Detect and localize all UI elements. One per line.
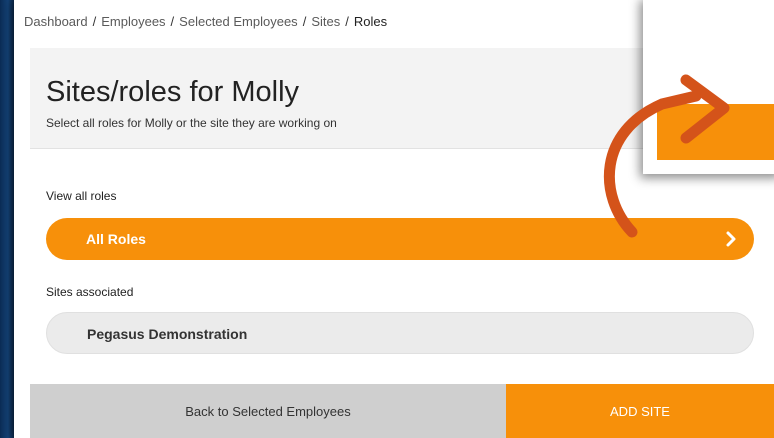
site-item-pegasus[interactable]: Pegasus Demonstration bbox=[46, 312, 754, 354]
sites-associated-label: Sites associated bbox=[46, 285, 134, 299]
all-roles-label: All Roles bbox=[86, 231, 146, 247]
page-title: Sites/roles for Molly bbox=[46, 76, 300, 108]
add-site-button[interactable]: ADD SITE bbox=[506, 384, 774, 438]
all-roles-button[interactable]: All Roles bbox=[46, 218, 754, 260]
back-to-selected-employees-button[interactable]: Back to Selected Employees bbox=[30, 384, 506, 438]
chevron-right-icon bbox=[726, 231, 736, 247]
breadcrumb-separator: / bbox=[345, 14, 349, 29]
breadcrumb-employees[interactable]: Employees bbox=[101, 14, 165, 29]
breadcrumb-separator: / bbox=[92, 14, 97, 29]
breadcrumb-current: Roles bbox=[353, 14, 388, 29]
footer-actions: Back to Selected Employees ADD SITE bbox=[30, 384, 774, 438]
page-subtitle: Select all roles for Molly or the site t… bbox=[46, 116, 337, 130]
breadcrumb-dashboard[interactable]: Dashboard bbox=[24, 14, 88, 29]
breadcrumb: Dashboard / Employees / Selected Employees / S… bbox=[24, 14, 387, 29]
zoomed-button-preview bbox=[657, 104, 774, 160]
zoom-callout bbox=[643, 0, 774, 174]
breadcrumb-separator: / bbox=[170, 14, 175, 29]
breadcrumb-sites[interactable]: Sites bbox=[311, 14, 340, 29]
breadcrumb-selected-employees[interactable]: Selected Employees bbox=[179, 14, 298, 29]
breadcrumb-separator: / bbox=[302, 14, 307, 29]
view-all-roles-label: View all roles bbox=[46, 189, 117, 203]
site-item-label: Pegasus Demonstration bbox=[87, 326, 248, 342]
